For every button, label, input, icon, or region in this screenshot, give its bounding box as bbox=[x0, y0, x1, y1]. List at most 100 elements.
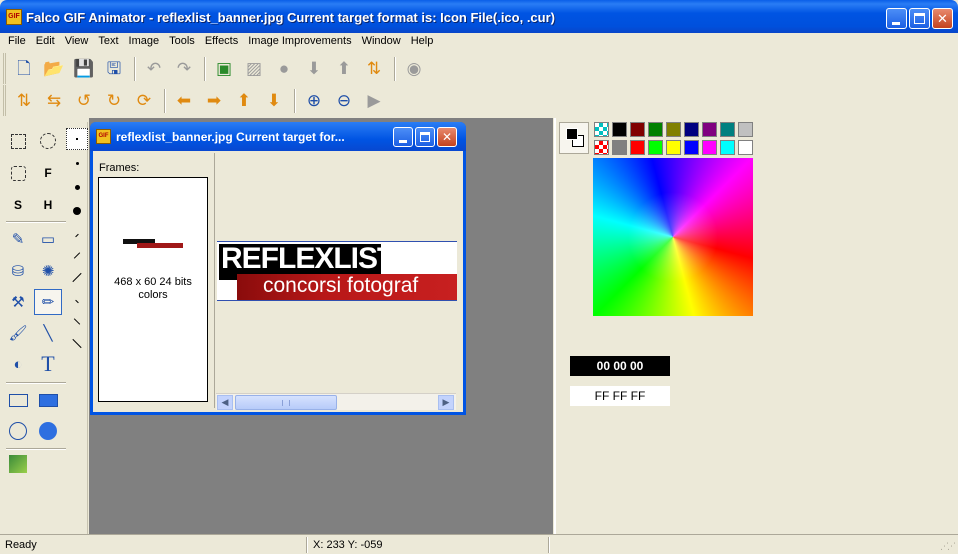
menu-text[interactable]: Text bbox=[93, 33, 123, 51]
brush-diag-3[interactable] bbox=[66, 266, 88, 288]
brush-size-1[interactable] bbox=[66, 128, 88, 150]
free-select-icon[interactable]: F bbox=[34, 160, 62, 186]
menu-image-improvements[interactable]: Image Improvements bbox=[243, 33, 356, 51]
resize-grip-icon[interactable]: ⋰⋰ bbox=[940, 541, 956, 552]
menu-window[interactable]: Window bbox=[357, 33, 406, 51]
flip-vertical-icon[interactable]: ⇅ bbox=[10, 88, 38, 114]
move-up-icon[interactable]: ⬆ bbox=[330, 56, 358, 82]
open-folder-icon[interactable]: 📂 bbox=[40, 56, 68, 82]
palette-swatch-row2-6[interactable] bbox=[702, 140, 717, 155]
blur-icon[interactable]: ◐ bbox=[4, 351, 32, 377]
arrow-down-icon[interactable]: ⬇ bbox=[260, 88, 288, 114]
gradient-icon[interactable] bbox=[4, 451, 32, 477]
palette-swatch-row2-0[interactable] bbox=[594, 140, 609, 155]
ellipse-select-icon[interactable] bbox=[34, 128, 62, 154]
play-settings-icon[interactable]: ◉ bbox=[400, 56, 428, 82]
add-frame-icon[interactable]: ▣ bbox=[210, 56, 238, 82]
palette-swatch-row1-8[interactable] bbox=[738, 122, 753, 137]
rectangle-filled-icon[interactable] bbox=[34, 387, 62, 413]
new-file-icon[interactable]: 🗋 bbox=[10, 56, 38, 82]
fg-bg-color-selector[interactable] bbox=[559, 122, 589, 154]
scroll-right-icon[interactable]: ▶ bbox=[438, 395, 454, 410]
rect-select-icon[interactable] bbox=[4, 128, 32, 154]
menu-tools[interactable]: Tools bbox=[164, 33, 200, 51]
menu-edit[interactable]: Edit bbox=[31, 33, 60, 51]
undo-icon[interactable]: ↶ bbox=[140, 56, 168, 82]
rotate-left-90-icon[interactable]: ↺ bbox=[70, 88, 98, 114]
palette-swatch-row2-7[interactable] bbox=[720, 140, 735, 155]
brush-diag-2[interactable] bbox=[66, 244, 88, 266]
palette-swatch-row1-7[interactable] bbox=[720, 122, 735, 137]
brush-size-4[interactable] bbox=[66, 200, 88, 222]
rectangle-outline-icon[interactable] bbox=[4, 387, 32, 413]
delete-frame-icon[interactable]: ▨ bbox=[240, 56, 268, 82]
palette-swatch-row1-4[interactable] bbox=[666, 122, 681, 137]
select-h-icon[interactable]: H bbox=[34, 192, 62, 218]
menu-file[interactable]: File bbox=[3, 33, 31, 51]
palette-swatch-row1-3[interactable] bbox=[648, 122, 663, 137]
arrow-left-icon[interactable]: ⬅ bbox=[170, 88, 198, 114]
color-spectrum[interactable] bbox=[593, 158, 753, 316]
palette-swatch-row2-1[interactable] bbox=[612, 140, 627, 155]
brush-icon[interactable]: 🖌 bbox=[4, 320, 32, 346]
scroll-thumb[interactable] bbox=[235, 395, 337, 410]
palette-swatch-row2-8[interactable] bbox=[738, 140, 753, 155]
minimize-button[interactable] bbox=[886, 8, 907, 29]
palette-swatch-row1-2[interactable] bbox=[630, 122, 645, 137]
eyedropper-icon[interactable]: ✎ bbox=[4, 226, 32, 252]
arrow-right-icon[interactable]: ➡ bbox=[200, 88, 228, 114]
rotate-right-90-icon[interactable]: ↻ bbox=[100, 88, 128, 114]
maximize-button[interactable] bbox=[909, 8, 930, 29]
frame-props-icon[interactable]: ● bbox=[270, 56, 298, 82]
horizontal-scrollbar[interactable]: ◀ ▶ bbox=[216, 393, 456, 410]
brush-diag-4[interactable] bbox=[66, 290, 88, 312]
palette-swatch-row2-4[interactable] bbox=[666, 140, 681, 155]
brush-diag-5[interactable] bbox=[66, 310, 88, 332]
palette-swatch-row1-5[interactable] bbox=[684, 122, 699, 137]
palette-swatch-row1-6[interactable] bbox=[702, 122, 717, 137]
move-down-icon[interactable]: ⬇ bbox=[300, 56, 328, 82]
canvas-pane[interactable]: REFLEXLIST.com concorsi fotograf ◀ ▶ bbox=[214, 153, 457, 410]
flip-horizontal-icon[interactable]: ⇆ bbox=[40, 88, 68, 114]
doc-maximize-button[interactable] bbox=[415, 127, 435, 147]
frame-thumbnail[interactable] bbox=[121, 212, 185, 276]
redo-icon[interactable]: ↷ bbox=[170, 56, 198, 82]
menu-effects[interactable]: Effects bbox=[200, 33, 243, 51]
foreground-color-swatch[interactable] bbox=[566, 128, 578, 140]
brush-diag-6[interactable] bbox=[66, 332, 88, 354]
brush-size-3[interactable] bbox=[66, 176, 88, 198]
ellipse-outline-icon[interactable] bbox=[4, 418, 32, 444]
doc-minimize-button[interactable] bbox=[393, 127, 413, 147]
document-title-bar[interactable]: GIF reflexlist_banner.jpg Current target… bbox=[90, 122, 466, 151]
arrow-up-icon[interactable]: ⬆ bbox=[230, 88, 258, 114]
palette-swatch-row2-2[interactable] bbox=[630, 140, 645, 155]
zoom-in-icon[interactable]: ⊕ bbox=[300, 88, 328, 114]
eraser-icon[interactable]: ▭ bbox=[34, 226, 62, 252]
close-button[interactable]: ✕ bbox=[932, 8, 953, 29]
text-tool-icon[interactable]: T bbox=[34, 351, 62, 377]
banner-image[interactable]: REFLEXLIST.com concorsi fotograf bbox=[217, 241, 457, 301]
scroll-left-icon[interactable]: ◀ bbox=[217, 395, 233, 410]
ellipse-filled-icon[interactable] bbox=[34, 418, 62, 444]
lasso-select-icon[interactable] bbox=[4, 160, 32, 186]
palette-swatch-row2-3[interactable] bbox=[648, 140, 663, 155]
save-icon[interactable]: 💾 bbox=[70, 56, 98, 82]
fill-bucket-icon[interactable]: ⛁ bbox=[4, 258, 32, 284]
line-icon[interactable]: ╲ bbox=[34, 320, 62, 346]
palette-swatch-row1-0[interactable] bbox=[594, 122, 609, 137]
rotate-custom-icon[interactable]: ⟳ bbox=[130, 88, 158, 114]
palette-swatch-row2-5[interactable] bbox=[684, 140, 699, 155]
brush-size-2[interactable] bbox=[66, 152, 88, 174]
frames-list[interactable]: 468 x 60 24 bits colors bbox=[98, 177, 208, 402]
select-s-icon[interactable]: S bbox=[4, 192, 32, 218]
doc-close-button[interactable]: ✕ bbox=[437, 127, 457, 147]
stamp-icon[interactable]: ⚒ bbox=[4, 289, 32, 315]
play-icon[interactable]: ▶ bbox=[360, 88, 388, 114]
menu-image[interactable]: Image bbox=[124, 33, 165, 51]
spray-icon[interactable]: ✺ bbox=[34, 258, 62, 284]
save-as-icon[interactable]: 🖫 bbox=[100, 56, 128, 82]
zoom-out-icon[interactable]: ⊖ bbox=[330, 88, 358, 114]
swap-frames-icon[interactable]: ⇅ bbox=[360, 56, 388, 82]
menu-help[interactable]: Help bbox=[406, 33, 439, 51]
palette-swatch-row1-1[interactable] bbox=[612, 122, 627, 137]
